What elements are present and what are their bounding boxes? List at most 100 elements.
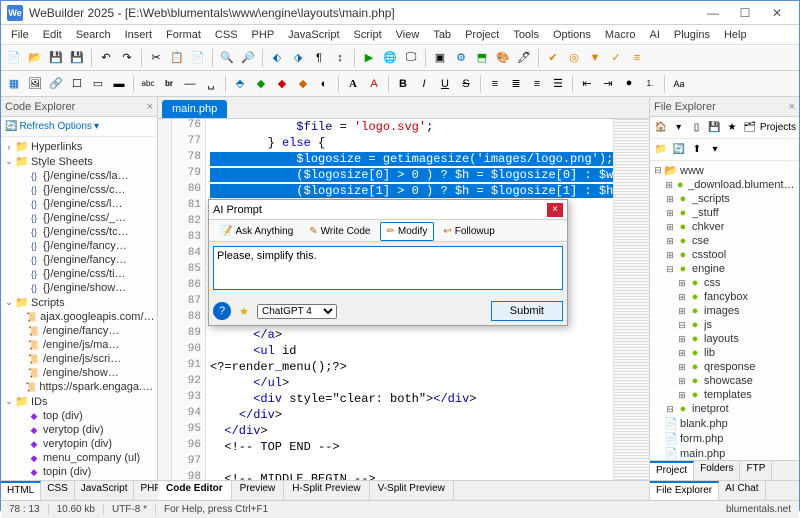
- find-icon[interactable]: 🔍: [218, 49, 236, 67]
- preview-icon[interactable]: 🖵: [402, 49, 420, 67]
- css-icon[interactable]: ⬘: [231, 75, 249, 93]
- menu-plugins[interactable]: Plugins: [668, 27, 716, 43]
- dialog-close-icon[interactable]: ×: [547, 203, 563, 217]
- menu-tab[interactable]: Tab: [427, 27, 457, 43]
- project-tab-folders[interactable]: Folders: [694, 461, 740, 480]
- folder-item[interactable]: ⊞●layouts: [650, 332, 799, 346]
- indent-out-icon[interactable]: ⇤: [578, 75, 596, 93]
- palette-icon[interactable]: 🎨: [494, 49, 512, 67]
- menu-help[interactable]: Help: [718, 27, 753, 43]
- folder-item[interactable]: ⊞●templates: [650, 388, 799, 402]
- align-center-icon[interactable]: ≣: [507, 75, 525, 93]
- ai-tab-modify[interactable]: ✏Modify: [380, 222, 435, 241]
- bookmark-left-icon[interactable]: ⬖: [268, 49, 286, 67]
- align-left-icon[interactable]: ≡: [486, 75, 504, 93]
- picker-icon[interactable]: 🖊: [515, 49, 533, 67]
- menu-macro[interactable]: Macro: [599, 27, 642, 43]
- color1-icon[interactable]: ◆: [252, 75, 270, 93]
- gradient-icon[interactable]: ◐: [315, 75, 333, 93]
- recent-icon[interactable]: ▾: [671, 120, 687, 136]
- tree-item[interactable]: 📜/engine/js/scri…: [1, 352, 157, 366]
- folder-root[interactable]: ⊟📂www: [650, 163, 799, 178]
- project-tab-project[interactable]: Project: [650, 461, 694, 480]
- save-icon[interactable]: 💾: [47, 49, 65, 67]
- uppercase-icon[interactable]: Aa: [670, 75, 688, 93]
- abc-icon[interactable]: abc: [139, 75, 157, 93]
- menu-project[interactable]: Project: [459, 27, 505, 43]
- folder-item[interactable]: ⊞●_download.blumentals.net: [650, 178, 799, 192]
- tree-item[interactable]: 📜https://spark.engaga.com…: [1, 380, 157, 394]
- menu-view[interactable]: View: [390, 27, 426, 43]
- redo-icon[interactable]: ↷: [118, 49, 136, 67]
- menu-format[interactable]: Format: [160, 27, 207, 43]
- tree-item[interactable]: 📜ajax.googleapis.com/aja…: [1, 310, 157, 324]
- tree-item[interactable]: ◆verytop (div): [1, 423, 157, 437]
- panel-close-icon[interactable]: ×: [789, 101, 795, 113]
- code-explorer-tree[interactable]: ›📁Hyperlinks⌄📁Style Sheets{}{}/engine/cs…: [1, 137, 157, 480]
- menu-tools[interactable]: Tools: [507, 27, 545, 43]
- folder-item[interactable]: ⊞●qresponse: [650, 360, 799, 374]
- preview-browser-icon[interactable]: 🌐: [381, 49, 399, 67]
- folder-item[interactable]: ⊞●lib: [650, 346, 799, 360]
- projects-icon[interactable]: 🗂: [742, 120, 758, 136]
- refresh-icon[interactable]: 🔄: [671, 142, 687, 158]
- view-tab-preview[interactable]: Preview: [232, 481, 285, 500]
- font-color-icon[interactable]: A: [365, 75, 383, 93]
- minimize-button[interactable]: —: [697, 3, 729, 23]
- strike-icon[interactable]: S: [457, 75, 475, 93]
- star-icon[interactable]: ★: [235, 302, 253, 320]
- fold-gutter[interactable]: [158, 119, 172, 480]
- dialog-titlebar[interactable]: AI Prompt ×: [209, 200, 567, 220]
- view-tab-v-split-preview[interactable]: V-Split Preview: [370, 481, 454, 500]
- tree-item[interactable]: {}{}/engine/css/ti…: [1, 267, 157, 281]
- plugins-icon[interactable]: ⬒: [473, 49, 491, 67]
- file-item[interactable]: 📄main.php: [650, 446, 799, 460]
- tree-group-hyperlinks[interactable]: ›📁Hyperlinks: [1, 139, 157, 154]
- find-replace-icon[interactable]: 🔎: [239, 49, 257, 67]
- projects-label[interactable]: Projects: [760, 122, 796, 133]
- play-icon[interactable]: ▶: [360, 49, 378, 67]
- list-ul-icon[interactable]: ⦁: [620, 75, 638, 93]
- folder-item[interactable]: ⊞●showcase: [650, 374, 799, 388]
- file-item[interactable]: 📄blank.php: [650, 416, 799, 431]
- new-file-icon[interactable]: 📄: [5, 49, 23, 67]
- tag-image-icon[interactable]: 🖼: [26, 75, 44, 93]
- up-folder-icon[interactable]: ⬆: [689, 142, 705, 158]
- tree-group-ids[interactable]: ⌄📁IDs: [1, 394, 157, 409]
- menu-search[interactable]: Search: [70, 27, 117, 43]
- paste-icon[interactable]: 📄: [189, 49, 207, 67]
- open-icon[interactable]: 📂: [26, 49, 44, 67]
- filter-icon[interactable]: ▼: [586, 49, 604, 67]
- menu-edit[interactable]: Edit: [37, 27, 68, 43]
- folder-item[interactable]: ⊞●_scripts: [650, 192, 799, 206]
- italic-icon[interactable]: I: [415, 75, 433, 93]
- underline-icon[interactable]: U: [436, 75, 454, 93]
- maximize-button[interactable]: ☐: [729, 3, 761, 23]
- file-tree[interactable]: ⊟📂www⊞●_download.blumentals.net⊞●_script…: [650, 161, 799, 460]
- lang-tab-javascript[interactable]: JavaScript: [75, 481, 135, 500]
- tree-item[interactable]: {}{}/engine/css/tc…: [1, 225, 157, 239]
- fold-icon[interactable]: ↕: [331, 49, 349, 67]
- tree-item[interactable]: {}{}/engine/css/la…: [1, 169, 157, 183]
- target-icon[interactable]: ◎: [565, 49, 583, 67]
- terminal-icon[interactable]: ▣: [431, 49, 449, 67]
- undo-icon[interactable]: ↶: [97, 49, 115, 67]
- tree-item[interactable]: {}{}/engine/fancy…: [1, 253, 157, 267]
- tree-group-style-sheets[interactable]: ⌄📁Style Sheets: [1, 154, 157, 169]
- tree-item[interactable]: {}{}/engine/fancy…: [1, 239, 157, 253]
- br-icon[interactable]: br: [160, 75, 178, 93]
- save-all-icon[interactable]: 💾: [68, 49, 86, 67]
- up-icon[interactable]: ▯: [689, 120, 705, 136]
- tree-item[interactable]: ◆topin (div): [1, 465, 157, 479]
- file-item[interactable]: 📄form.php: [650, 431, 799, 446]
- ai-tab-ask-anything[interactable]: 📝Ask Anything: [213, 222, 300, 241]
- prompt-textarea[interactable]: [213, 246, 563, 290]
- tree-group-scripts[interactable]: ⌄📁Scripts: [1, 295, 157, 310]
- explorer-tab-file-explorer[interactable]: File Explorer: [650, 481, 719, 500]
- tag-link-icon[interactable]: 🔗: [47, 75, 65, 93]
- minimap[interactable]: [613, 119, 649, 480]
- ai-tab-followup[interactable]: ↩Followup: [436, 222, 501, 241]
- nbsp-icon[interactable]: ␣: [202, 75, 220, 93]
- font-icon[interactable]: A: [344, 75, 362, 93]
- menu-options[interactable]: Options: [547, 27, 597, 43]
